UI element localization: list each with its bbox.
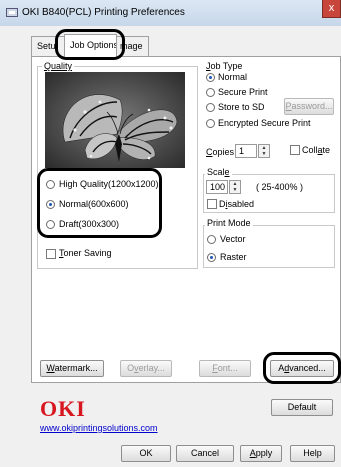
default-button[interactable]: Default (271, 399, 333, 416)
scale-disabled-checkbox[interactable] (207, 199, 217, 209)
overlay-button[interactable]: Overlay... (120, 360, 172, 377)
close-button[interactable]: x (322, 0, 341, 18)
scale-label: Scale (205, 167, 232, 177)
job-type-store-sd-radio[interactable] (206, 103, 215, 112)
scale-input[interactable]: 100 (206, 180, 228, 194)
window-title: OKI B840(PCL) Printing Preferences (22, 7, 185, 18)
print-mode-label: Print Mode (205, 218, 253, 228)
toner-saving-checkbox[interactable] (46, 249, 56, 259)
cancel-button[interactable]: Cancel (176, 445, 234, 462)
job-type-encrypted-label: Encrypted Secure Print (218, 118, 311, 128)
job-type-label: Job Type (206, 61, 243, 71)
annotation-oval-quality (37, 168, 162, 238)
printer-app-icon (6, 8, 18, 17)
job-type-encrypted-radio[interactable] (206, 119, 215, 128)
collate-label: Collate (302, 145, 331, 155)
help-button[interactable]: Help (290, 445, 335, 462)
butterfly-preview-image (45, 72, 185, 168)
oki-website-link[interactable]: www.okiprintingsolutions.com (40, 423, 158, 433)
scale-spinner[interactable]: ▲ ▼ (229, 180, 241, 194)
job-type-secure-radio[interactable] (206, 88, 215, 97)
copies-label: Copies (206, 147, 235, 157)
annotation-oval-tab (55, 29, 125, 60)
ok-button[interactable]: OK (121, 445, 171, 462)
watermark-button[interactable]: Watermark... (40, 360, 104, 377)
print-mode-vector-radio[interactable] (207, 235, 216, 244)
oki-logo: OKI (40, 396, 86, 421)
quality-group-label: Quality (42, 61, 75, 71)
toner-saving-label: Toner Saving (59, 248, 112, 258)
job-type-store-sd-label: Store to SD (218, 102, 265, 112)
password-button[interactable]: Password... (284, 98, 334, 115)
job-type-normal-radio[interactable] (206, 73, 215, 82)
job-type-normal-label: Normal (218, 72, 248, 82)
scale-range-text: ( 25-400% ) (256, 182, 304, 192)
annotation-oval-advanced (263, 352, 341, 384)
scale-disabled-label: Disabled (219, 199, 255, 209)
job-type-secure-label: Secure Print (218, 87, 268, 97)
copies-spinner[interactable]: ▲ ▼ (258, 144, 270, 158)
print-mode-vector-label: Vector (220, 234, 246, 244)
butterfly-icon (45, 72, 185, 168)
copies-input[interactable]: 1 (235, 144, 257, 158)
print-mode-raster-label: Raster (220, 252, 247, 262)
apply-button[interactable]: Apply (240, 445, 282, 462)
print-mode-raster-radio[interactable] (207, 253, 216, 262)
collate-checkbox[interactable] (290, 145, 300, 155)
font-button[interactable]: Font... (199, 360, 251, 377)
